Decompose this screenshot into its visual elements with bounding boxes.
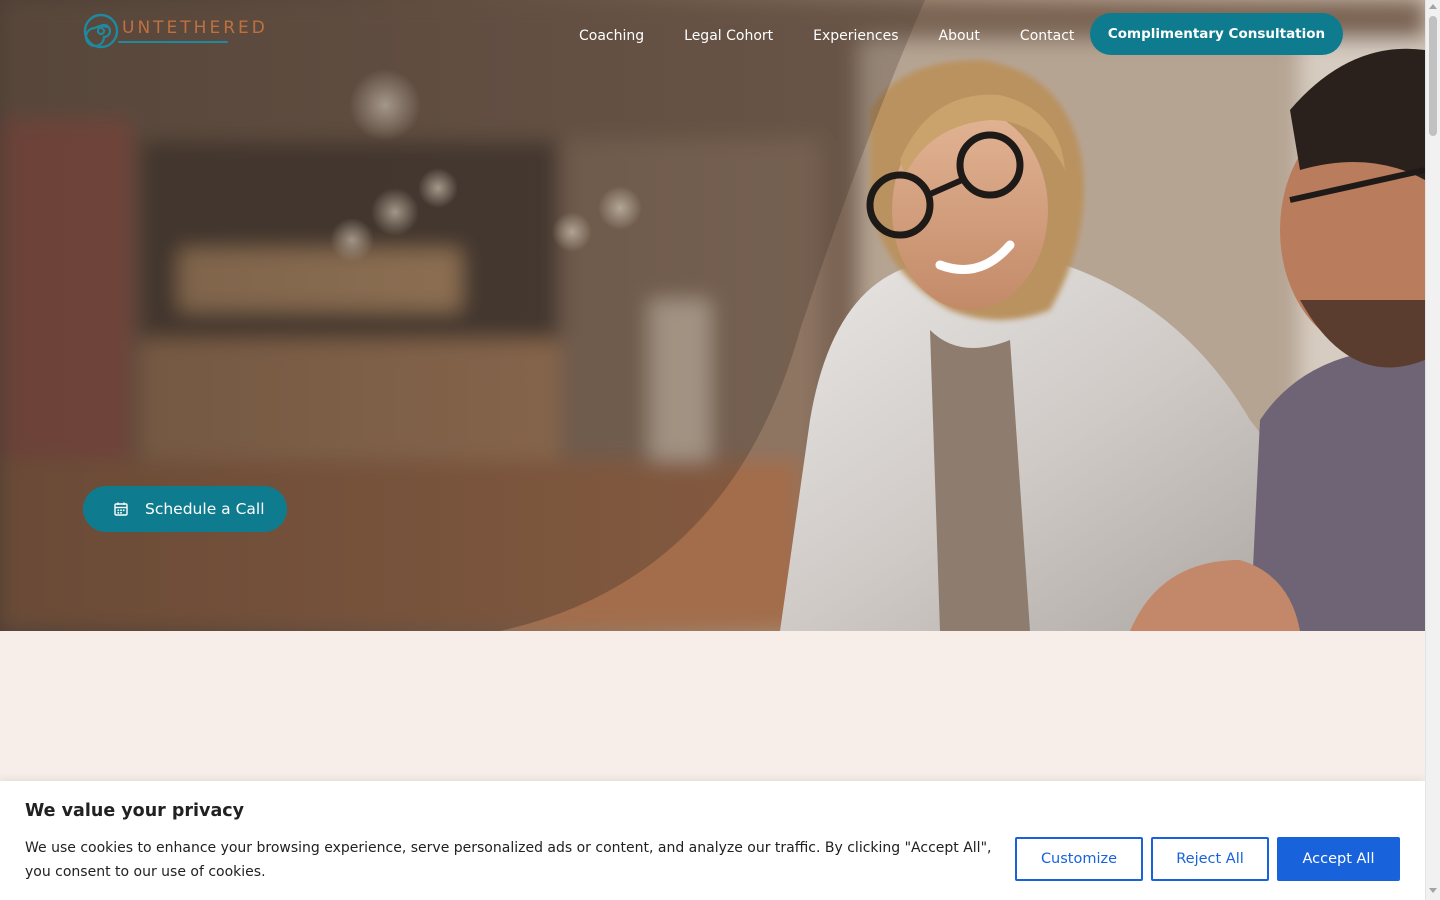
hero-curve-overlay xyxy=(0,0,925,631)
cookie-text: We use cookies to enhance your browsing … xyxy=(25,840,992,880)
page: UNTETHERED Coaching Legal Cohort Experie… xyxy=(0,0,1425,900)
nav-item-experiences[interactable]: Experiences xyxy=(793,28,918,44)
customize-button[interactable]: Customize xyxy=(1015,837,1143,881)
schedule-call-label: Schedule a Call xyxy=(145,500,265,518)
main-nav: Coaching Legal Cohort Experiences About … xyxy=(559,24,1094,48)
schedule-call-button[interactable]: Schedule a Call xyxy=(83,486,287,532)
logo-underline xyxy=(118,41,228,43)
hero-section: UNTETHERED Coaching Legal Cohort Experie… xyxy=(0,0,1425,631)
content-section xyxy=(0,631,1425,781)
logo-link[interactable]: UNTETHERED xyxy=(83,12,268,50)
scroll-up-icon[interactable] xyxy=(1429,4,1437,9)
nav-item-contact[interactable]: Contact xyxy=(1000,28,1094,44)
logo-text: UNTETHERED xyxy=(122,18,268,38)
nav-item-about[interactable]: About xyxy=(919,28,1000,44)
scrollbar[interactable] xyxy=(1425,0,1440,900)
cookie-title: We value your privacy xyxy=(25,801,245,821)
scroll-thumb[interactable] xyxy=(1429,16,1437,136)
calendar-icon xyxy=(113,501,129,517)
nav-item-legal-cohort[interactable]: Legal Cohort xyxy=(664,28,793,44)
accept-all-button[interactable]: Accept All xyxy=(1277,837,1400,881)
scroll-down-icon[interactable] xyxy=(1429,888,1437,893)
complimentary-consultation-button[interactable]: Complimentary Consultation xyxy=(1090,13,1343,55)
reject-all-button[interactable]: Reject All xyxy=(1151,837,1269,881)
spiral-logo-icon xyxy=(83,13,119,49)
nav-item-coaching[interactable]: Coaching xyxy=(559,28,664,44)
site-header: UNTETHERED Coaching Legal Cohort Experie… xyxy=(0,0,1425,70)
